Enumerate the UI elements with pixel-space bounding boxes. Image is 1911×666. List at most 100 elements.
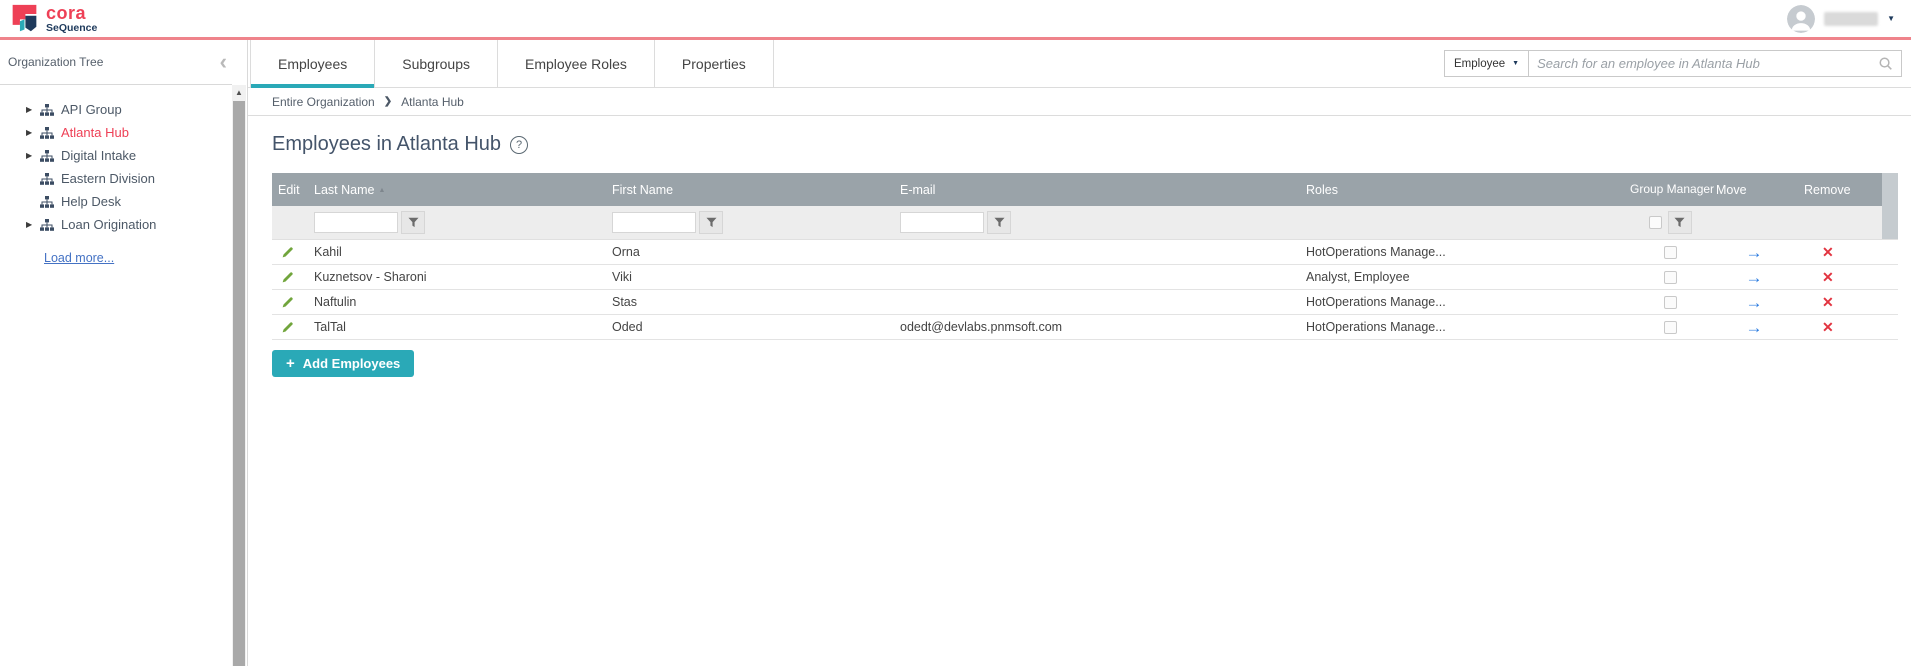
tree-item-digital-intake[interactable]: ▶ Digital Intake [0,144,247,167]
add-employees-button[interactable]: + Add Employees [272,350,415,377]
tree-item-help-desk[interactable]: Help Desk [0,190,247,213]
tree-item-eastern-division[interactable]: Eastern Division [0,167,247,190]
first-name-filter-input[interactable] [612,212,696,233]
first-name-filter-icon[interactable] [699,211,723,234]
move-arrow-icon[interactable]: → [1710,269,1798,286]
help-icon[interactable]: ? [510,135,529,154]
first-name-cell: Viki [612,270,632,284]
org-unit-icon [40,149,55,162]
col-header-roles[interactable]: Roles [1300,183,1630,197]
col-header-email[interactable]: E-mail [894,183,1300,197]
breadcrumb-atlanta-hub[interactable]: Atlanta Hub [401,95,464,109]
org-unit-icon [40,126,55,139]
group-manager-filter-checkbox[interactable] [1648,216,1662,229]
sidebar-divider [0,84,232,85]
col-header-first-name[interactable]: First Name [606,183,894,197]
edit-pencil-icon[interactable] [272,321,308,334]
cora-logo-icon [12,4,37,32]
last-name-cell: TalTal [314,320,346,334]
org-unit-icon [40,218,55,231]
tree-item-label[interactable]: API Group [61,102,122,117]
roles-cell: Analyst, Employee [1306,270,1410,284]
tab-bar: Employees Subgroups Employee Roles Prope… [248,40,1911,88]
roles-cell: HotOperations Manage... [1306,320,1446,334]
remove-x-icon[interactable]: ✕ [1798,320,1882,334]
collapse-sidebar-icon[interactable]: ‹ [220,51,227,73]
tab-properties[interactable]: Properties [654,40,774,87]
tree-item-label[interactable]: Atlanta Hub [61,125,129,140]
col-header-group-manager[interactable]: Group Manager [1630,182,1714,197]
load-more-link[interactable]: Load more... [44,251,114,265]
page-title: Employees in Atlanta Hub [272,133,502,155]
grid-scrollbar-strip [1882,206,1898,239]
col-header-edit[interactable]: Edit [272,183,308,197]
remove-x-icon[interactable]: ✕ [1798,270,1882,284]
col-header-move[interactable]: Move [1710,183,1798,197]
user-menu-caret-icon[interactable]: ▼ [1887,14,1895,23]
expand-icon[interactable]: ▶ [26,151,40,160]
last-name-cell: Kahil [314,245,342,259]
app-logo: cora SeQuence [9,3,97,34]
tree-item-label[interactable]: Loan Origination [61,217,156,232]
first-name-cell: Orna [612,245,640,259]
tree-item-atlanta-hub[interactable]: ▶ Atlanta Hub [0,121,247,144]
group-manager-checkbox[interactable] [1663,245,1677,259]
expand-icon[interactable]: ▶ [26,128,40,137]
move-arrow-icon[interactable]: → [1710,244,1798,261]
group-manager-checkbox[interactable] [1663,270,1677,284]
expand-icon[interactable]: ▶ [26,105,40,114]
expand-icon[interactable]: ▶ [26,220,40,229]
edit-pencil-icon[interactable] [272,246,308,259]
last-name-filter-icon[interactable] [401,211,425,234]
group-manager-checkbox[interactable] [1663,295,1677,309]
chevron-down-icon: ▼ [1512,60,1520,67]
email-cell: odedt@devlabs.pnmsoft.com [900,320,1063,334]
search-scope-value: Employee [1454,57,1506,70]
username-redacted [1824,11,1879,26]
group-manager-checkbox[interactable] [1663,320,1677,334]
table-row: Kuznetsov - Sharoni Viki Analyst, Employ… [272,265,1898,290]
email-filter-icon[interactable] [987,211,1011,234]
logo-subtext: SeQuence [46,21,98,34]
first-name-cell: Stas [612,295,638,309]
plus-icon: + [286,355,295,372]
add-employees-label: Add Employees [302,356,401,371]
last-name-filter-input[interactable] [314,212,398,233]
tab-employee-roles[interactable]: Employee Roles [497,40,655,87]
grid-scrollbar-strip [1882,173,1898,206]
edit-pencil-icon[interactable] [272,271,308,284]
remove-x-icon[interactable]: ✕ [1798,245,1882,259]
col-header-last-name[interactable]: Last Name ▲ [308,183,606,197]
tab-employees[interactable]: Employees [251,40,376,88]
edit-pencil-icon[interactable] [272,296,308,309]
search-bar: Employee ▼ [1444,50,1902,77]
search-input[interactable] [1529,56,1878,71]
search-icon[interactable] [1878,56,1893,71]
scrollbar-thumb[interactable] [233,101,245,666]
organization-tree-panel: Organization Tree ‹ ▶ API Group ▶ Atlant… [0,40,248,666]
org-unit-icon [40,103,55,116]
tree-item-label[interactable]: Eastern Division [61,171,155,186]
tree-item-api-group[interactable]: ▶ API Group [0,98,247,121]
user-menu[interactable]: ▼ [1787,4,1895,33]
move-arrow-icon[interactable]: → [1710,294,1798,311]
remove-x-icon[interactable]: ✕ [1798,295,1882,309]
sidebar-scrollbar[interactable]: ▲ [232,85,246,666]
tree-item-label[interactable]: Help Desk [61,194,121,209]
org-unit-icon [40,172,55,185]
group-manager-filter-icon[interactable] [1667,211,1692,234]
sort-asc-icon: ▲ [378,186,386,194]
table-row: TalTal Oded odedt@devlabs.pnmsoft.com Ho… [272,315,1898,340]
email-filter-input[interactable] [900,212,984,233]
col-header-remove[interactable]: Remove [1798,183,1882,197]
scroll-up-icon[interactable]: ▲ [232,85,246,100]
move-arrow-icon[interactable]: → [1710,319,1798,336]
tree-item-loan-origination[interactable]: ▶ Loan Origination [0,213,247,236]
user-avatar-icon[interactable] [1787,4,1816,33]
tree-item-label[interactable]: Digital Intake [61,148,136,163]
search-scope-select[interactable]: Employee ▼ [1445,51,1530,76]
tab-subgroups[interactable]: Subgroups [375,40,498,87]
breadcrumb: Entire Organization ❯ Atlanta Hub [248,88,1911,116]
last-name-cell: Naftulin [314,295,357,309]
breadcrumb-entire-organization[interactable]: Entire Organization [272,95,375,109]
